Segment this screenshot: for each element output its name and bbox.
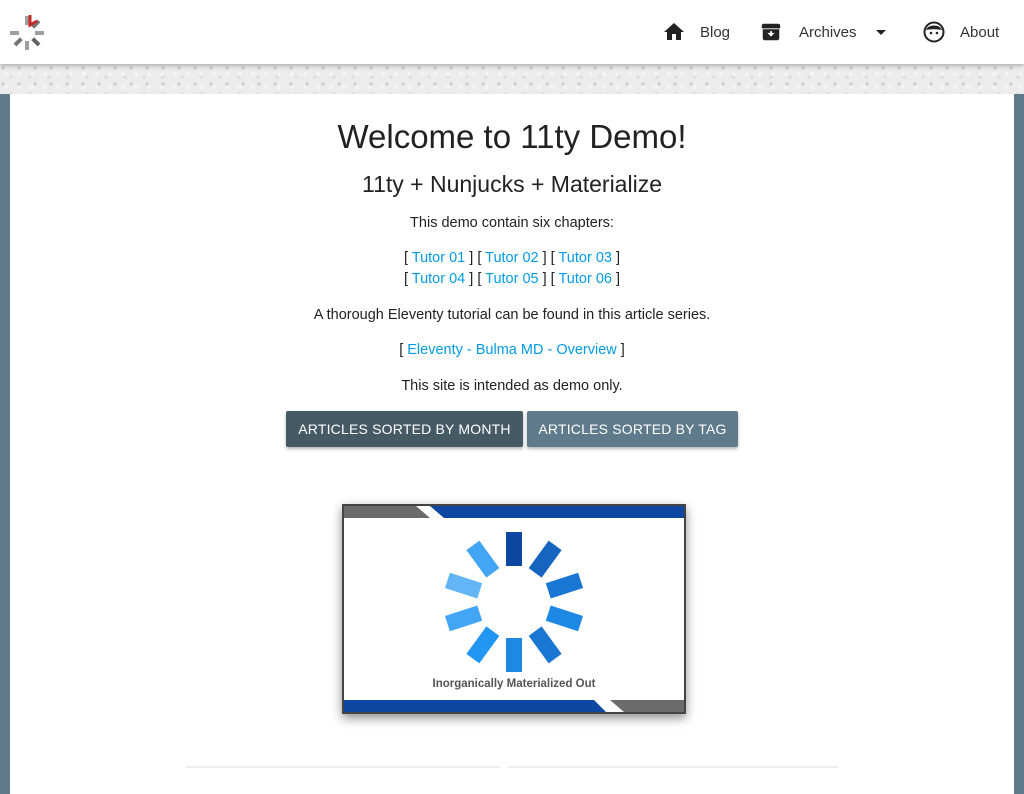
site-logo[interactable] xyxy=(8,12,46,50)
tutor-05-link[interactable]: Tutor 05 xyxy=(485,271,538,287)
intro-text: This demo contain six chapters: xyxy=(410,215,614,231)
banner-image: Inorganically Materialized Out xyxy=(342,504,686,714)
tutor-04-link[interactable]: Tutor 04 xyxy=(412,271,465,287)
navbar: Blog Archives About xyxy=(0,0,1024,64)
archive-icon xyxy=(761,23,781,41)
face-icon xyxy=(923,21,945,43)
banner-caption: Inorganically Materialized Out xyxy=(432,678,596,690)
main-card: Welcome to 11ty Demo! 11ty + Nunjucks + … xyxy=(10,94,1014,794)
logo-segment-1 xyxy=(506,532,522,566)
tutor-06-link[interactable]: Tutor 06 xyxy=(558,271,611,287)
tutor-links-row-2: [ Tutor 04 ] [ Tutor 05 ] [ Tutor 06 ] xyxy=(403,271,621,287)
page-title: Welcome to 11ty Demo! xyxy=(337,118,687,155)
nav-about-label: About xyxy=(960,23,1000,41)
nav-archives-label: Archives xyxy=(799,23,857,41)
series-link-row: [ Eleventy - Bulma MD - Overview ] xyxy=(399,342,625,358)
tutor-02-link[interactable]: Tutor 02 xyxy=(485,250,538,266)
nav-blog[interactable]: Blog xyxy=(662,0,730,64)
tutor-links-row-1: [ Tutor 01 ] [ Tutor 02 ] [ Tutor 03 ] xyxy=(403,250,621,266)
nav-archives[interactable]: Archives xyxy=(760,0,893,64)
articles-by-tag-button[interactable]: ARTICLES SORTED BY TAG xyxy=(527,411,738,447)
nav-about[interactable]: About xyxy=(922,0,999,64)
home-icon xyxy=(664,23,684,40)
tutor-01-link[interactable]: Tutor 01 xyxy=(412,250,465,266)
chevron-down-icon[interactable] xyxy=(869,20,893,44)
demo-note: This site is intended as demo only. xyxy=(401,378,623,394)
series-text: A thorough Eleventy tutorial can be foun… xyxy=(313,307,711,323)
header-pattern xyxy=(0,64,1024,94)
tutor-03-link[interactable]: Tutor 03 xyxy=(558,250,611,266)
articles-by-month-button[interactable]: ARTICLES SORTED BY MONTH xyxy=(286,411,523,447)
nav-blog-label: Blog xyxy=(700,23,731,41)
series-overview-link[interactable]: Eleventy - Bulma MD - Overview xyxy=(407,342,617,358)
page-subtitle: 11ty + Nunjucks + Materialize xyxy=(362,171,662,197)
